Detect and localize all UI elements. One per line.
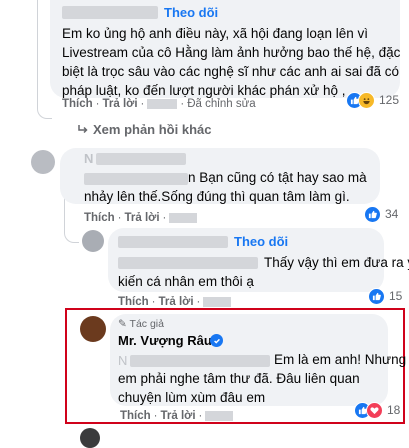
reply-link[interactable]: Trả lời bbox=[159, 296, 194, 308]
redacted-name bbox=[118, 236, 228, 248]
reply-link[interactable]: Trả lời bbox=[161, 410, 196, 422]
reaction-count: 34 bbox=[385, 207, 399, 221]
haha-reaction-icon bbox=[358, 91, 375, 109]
view-more-replies[interactable]: Xem phản hồi khác bbox=[78, 122, 211, 137]
edited-label: Đã chỉnh sửa bbox=[187, 98, 256, 110]
verified-badge-icon bbox=[210, 334, 223, 347]
reply-link[interactable]: Trả lời bbox=[125, 212, 160, 224]
author-avatar[interactable] bbox=[80, 316, 106, 342]
pencil-icon: ✎ bbox=[118, 318, 127, 330]
comment-2-author[interactable]: N bbox=[84, 151, 93, 166]
love-reaction-icon bbox=[366, 401, 383, 419]
avatar[interactable] bbox=[82, 230, 104, 252]
comment-2-reactions[interactable]: 34 bbox=[364, 205, 398, 223]
reaction-count: 18 bbox=[387, 403, 401, 417]
like-link[interactable]: Thích bbox=[120, 410, 151, 422]
like-link[interactable]: Thích bbox=[62, 98, 93, 110]
timestamp-redacted[interactable] bbox=[205, 410, 234, 421]
author-badge: ✎ Tác giả bbox=[118, 318, 164, 330]
reaction-count: 125 bbox=[379, 93, 400, 107]
timestamp-redacted[interactable] bbox=[147, 98, 178, 109]
comment-1-actions: Thích · Trả lời · · Đã chỉnh sửa bbox=[62, 98, 256, 110]
thread-line bbox=[37, 0, 52, 119]
follow-link[interactable]: Theo dõi bbox=[234, 234, 288, 249]
comment-4-actions: Thích · Trả lời · bbox=[120, 410, 234, 422]
reply-link[interactable]: Trả lời bbox=[103, 98, 138, 110]
redacted-name bbox=[62, 6, 158, 19]
comment-2-actions: Thích · Trả lời · bbox=[84, 212, 198, 224]
avatar[interactable] bbox=[80, 428, 100, 448]
like-reaction-icon bbox=[368, 287, 385, 305]
comment-4-author[interactable]: Mr. Vượng Râu bbox=[118, 333, 212, 348]
redacted-name bbox=[96, 153, 186, 165]
comment-3-reactions[interactable]: 15 bbox=[368, 287, 402, 305]
like-reaction-icon bbox=[364, 205, 381, 223]
comment-4-reactions[interactable]: 18 bbox=[354, 401, 400, 419]
thread-line bbox=[64, 226, 79, 243]
timestamp-redacted[interactable] bbox=[169, 212, 198, 223]
comment-1-text: Em ko ủng hộ anh điều này, xã hội đang l… bbox=[62, 26, 401, 98]
avatar[interactable] bbox=[31, 150, 55, 174]
comment-4-text: Em là em anh! Nhưng em phải nghe tâm thư… bbox=[118, 352, 407, 405]
like-link[interactable]: Thích bbox=[84, 212, 115, 224]
comment-3-text: Thấy vậy thì em đưa ra ý kiến cá nhân em… bbox=[118, 255, 409, 289]
comment-3-actions: Thích · Trả lời · bbox=[118, 296, 232, 308]
follow-link[interactable]: Theo dõi bbox=[164, 5, 218, 20]
reaction-count: 15 bbox=[389, 289, 403, 303]
comment-1-reactions[interactable]: 125 bbox=[346, 91, 399, 109]
timestamp-redacted[interactable] bbox=[203, 296, 232, 307]
comment-2-text: n Bạn cũng có tật hay sao mà nhảy lên th… bbox=[84, 170, 367, 204]
like-link[interactable]: Thích bbox=[118, 296, 149, 308]
reply-arrow-icon bbox=[78, 122, 88, 137]
